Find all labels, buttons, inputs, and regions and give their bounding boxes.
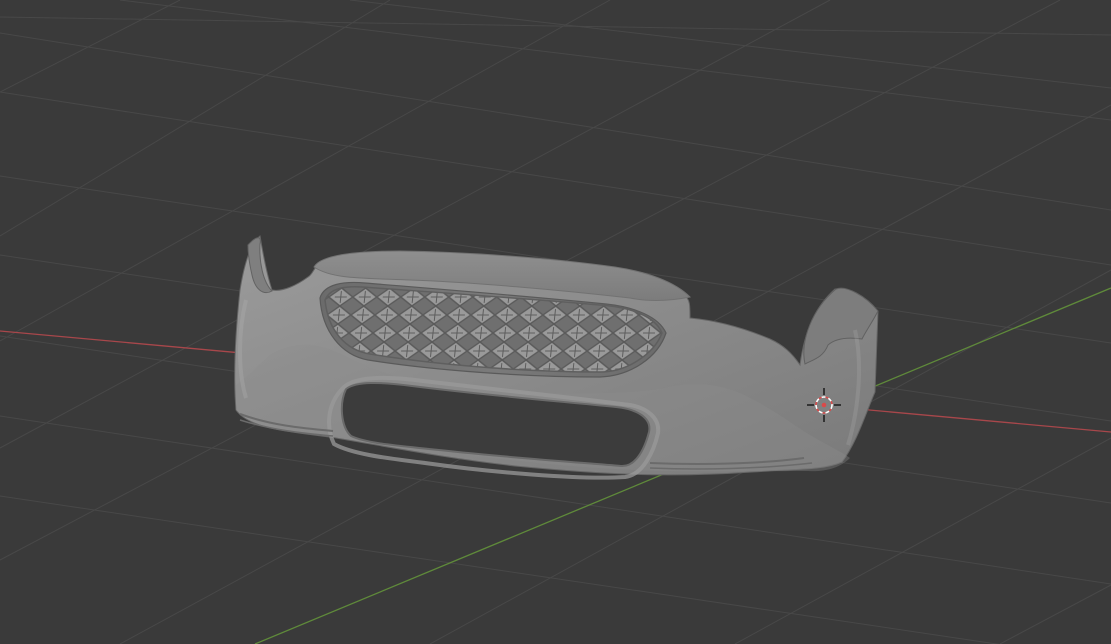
front-bumper-model[interactable] xyxy=(234,235,879,480)
viewport-canvas[interactable] xyxy=(0,0,1111,644)
3d-viewport[interactable] xyxy=(0,0,1111,644)
